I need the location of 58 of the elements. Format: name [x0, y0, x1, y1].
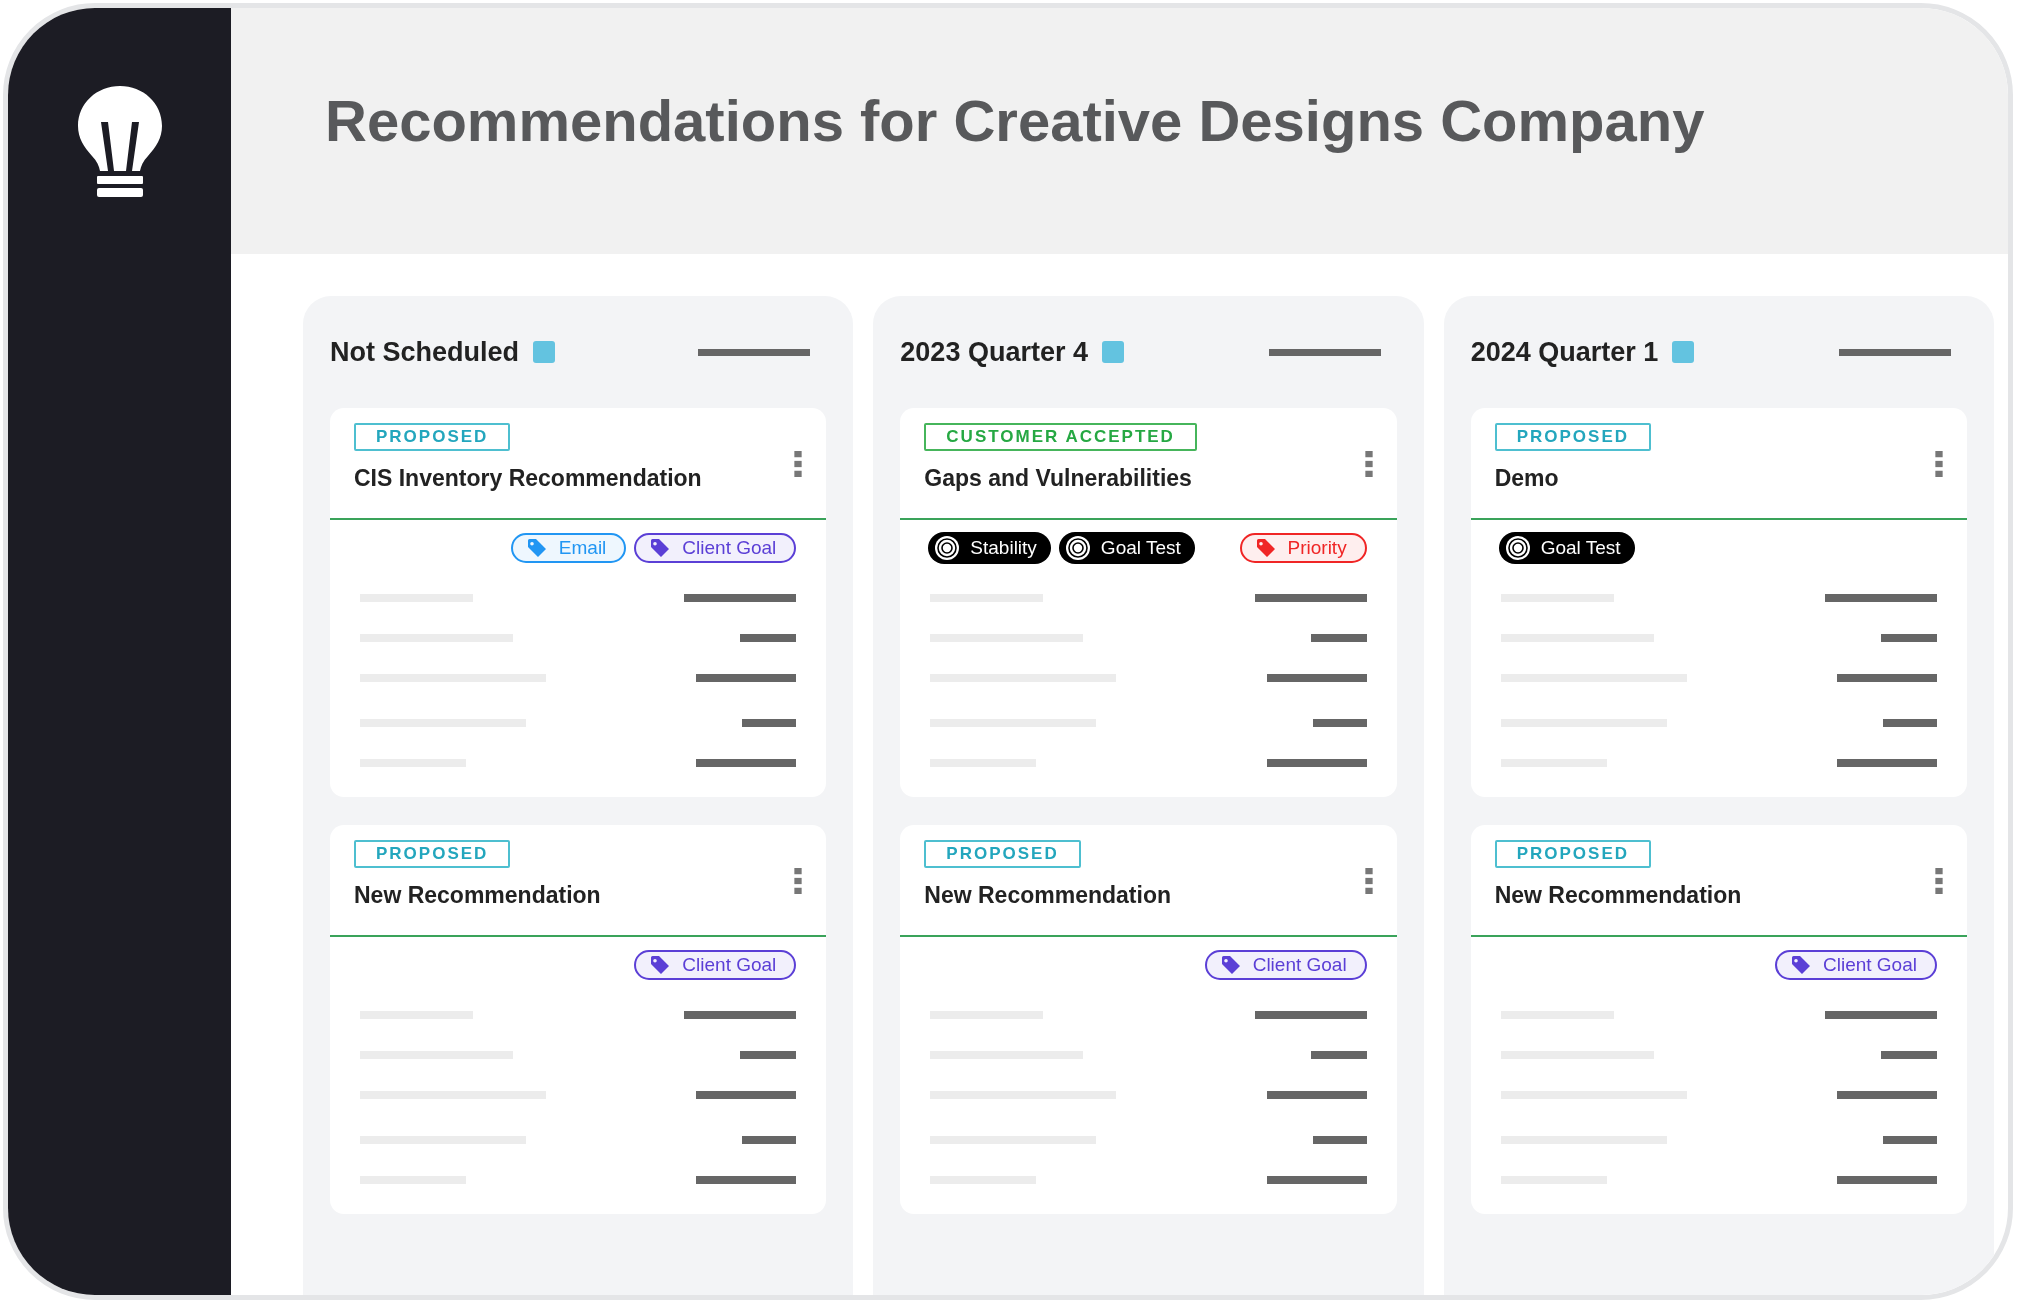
lightbulb-icon [77, 86, 162, 198]
placeholder-bar [1312, 719, 1367, 727]
tag-icon [650, 538, 671, 558]
placeholder-bar [742, 1136, 797, 1144]
status-badge: PROPOSED [1494, 840, 1651, 868]
recommendation-card[interactable]: PROPOSED New Recommendation Client Goal [330, 825, 827, 1214]
label-tag[interactable]: Client Goal [1204, 950, 1367, 980]
placeholder-bar [740, 634, 797, 642]
card-title: CIS Inventory Recommendation [354, 465, 702, 492]
column-title: Not Scheduled [330, 336, 519, 368]
more-icon[interactable] [794, 868, 803, 894]
placeholder-bar [1310, 634, 1367, 642]
more-icon[interactable] [1364, 451, 1373, 477]
card-title: Demo [1494, 465, 1559, 492]
placeholder-bar [1312, 1136, 1367, 1144]
placeholder-bar [1881, 1051, 1937, 1059]
tag-icon [526, 538, 547, 558]
card-title: Gaps and Vulnerabilities [924, 465, 1192, 492]
recommendation-card[interactable]: CUSTOMER ACCEPTED Gaps and Vulnerabilities Stability Goal Test Priority [900, 408, 1397, 797]
label-tag[interactable]: Client Goal [634, 950, 797, 980]
tag-icon [1220, 955, 1241, 975]
more-icon[interactable] [1935, 451, 1943, 477]
placeholder-bar [1883, 719, 1937, 727]
recommendation-card[interactable]: PROPOSED New Recommendation Client Goal [1470, 825, 1967, 1214]
placeholder-bar [742, 719, 797, 727]
status-badge: PROPOSED [924, 840, 1081, 868]
more-icon[interactable] [1935, 868, 1943, 894]
placeholder-bar [1883, 1136, 1937, 1144]
status-badge: CUSTOMER ACCEPTED [924, 423, 1197, 451]
more-icon[interactable] [1364, 868, 1373, 894]
placeholder-bar [740, 1051, 797, 1059]
label-tag[interactable]: Client Goal [634, 533, 797, 563]
label-tag[interactable]: Priority [1239, 533, 1367, 563]
column-title: 2024 Quarter 1 [1470, 336, 1659, 368]
card-title: New Recommendation [1494, 882, 1742, 909]
recommendation-card[interactable]: PROPOSED CIS Inventory Recommendation Email Client Goal [330, 408, 827, 797]
recommendation-card[interactable]: PROPOSED New Recommendation Client Goal [900, 825, 1397, 1214]
status-badge: PROPOSED [354, 840, 511, 868]
tag-icon [1255, 538, 1276, 558]
card-title: New Recommendation [924, 882, 1171, 909]
status-badge: PROPOSED [354, 423, 511, 451]
target-icon [1064, 535, 1091, 561]
target-icon [934, 535, 961, 561]
tag-icon [1791, 955, 1811, 975]
card-title: New Recommendation [354, 882, 601, 909]
placeholder-bar [1310, 1051, 1367, 1059]
tag-icon [650, 955, 671, 975]
goal-tag[interactable]: Stability [928, 532, 1051, 564]
page-title: Recommendations for Creative Designs Company [325, 86, 1705, 154]
target-icon [1504, 535, 1531, 561]
more-icon[interactable] [794, 451, 803, 477]
goal-tag[interactable]: Goal Test [1498, 532, 1635, 564]
column-title: 2023 Quarter 4 [900, 336, 1088, 368]
goal-tag[interactable]: Goal Test [1058, 532, 1195, 564]
status-badge: PROPOSED [1494, 423, 1651, 451]
placeholder-bar [1881, 634, 1937, 642]
label-tag[interactable]: Client Goal [1775, 950, 1937, 980]
recommendation-card[interactable]: PROPOSED Demo Goal Test [1470, 408, 1967, 797]
